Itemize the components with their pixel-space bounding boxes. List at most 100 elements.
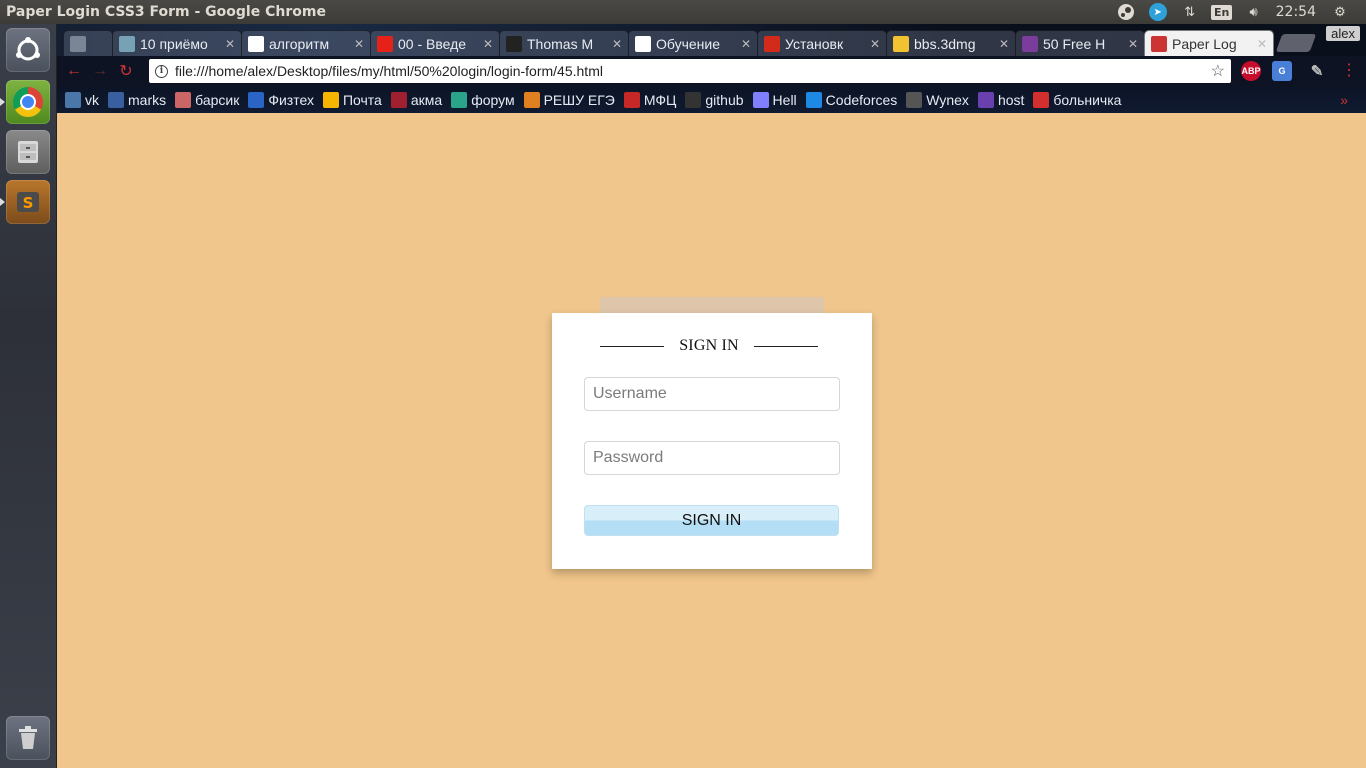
bookmark-favicon-icon <box>451 91 468 108</box>
tab-close-icon[interactable]: ✕ <box>354 37 364 51</box>
clock[interactable]: 22:54 <box>1270 4 1324 20</box>
bookmark-favicon-icon <box>108 91 124 108</box>
tab-close-icon[interactable]: ✕ <box>999 37 1009 51</box>
browser-menu-icon[interactable]: ⋮ <box>1341 60 1357 80</box>
bookmark-favicon-icon <box>65 91 81 108</box>
bookmark-star-icon[interactable]: ☆ <box>1211 61 1225 81</box>
bookmark-favicon-icon <box>523 91 540 108</box>
bookmark-item[interactable]: vk <box>65 91 99 108</box>
url-text[interactable]: file:///home/alex/Desktop/files/my/html/… <box>175 63 1211 79</box>
sublime-text-launcher-button[interactable]: S <box>6 180 50 224</box>
bookmark-label: РЕШУ ЕГЭ <box>543 91 615 108</box>
bookmark-item[interactable]: github <box>685 91 744 108</box>
tab-close-icon[interactable]: ✕ <box>1257 37 1267 51</box>
bookmark-favicon-icon <box>623 91 640 108</box>
tab-close-icon[interactable]: ✕ <box>870 37 880 51</box>
system-tray: ➤ ⇅ En 🔊︎ 22:54 ⚙ <box>1110 0 1366 24</box>
bookmark-label: барсик <box>195 91 240 108</box>
power-gear-icon[interactable]: ⚙ <box>1324 0 1356 24</box>
bookmark-item[interactable]: МФЦ <box>623 91 677 108</box>
tab-title: Установк <box>785 35 844 52</box>
tab[interactable]: bbs.3dmg ✕ <box>886 30 1016 56</box>
password-input[interactable] <box>584 441 840 475</box>
bookmark-favicon-icon <box>1033 91 1050 108</box>
trash-launcher-button[interactable] <box>6 716 50 760</box>
bookmark-label: github <box>705 91 744 108</box>
telegram-icon[interactable]: ➤ <box>1142 0 1174 24</box>
bookmark-label: Физтех <box>268 91 314 108</box>
tab-title: алгоритм <box>269 35 330 52</box>
bookmark-label: МФЦ <box>643 91 677 108</box>
site-info-icon[interactable]: i <box>155 64 168 78</box>
tab-close-icon[interactable]: ✕ <box>1128 37 1138 51</box>
sublime-text-icon: S <box>17 192 39 212</box>
os-top-panel: Paper Login CSS3 Form - Google Chrome ➤ … <box>0 0 1366 24</box>
network-icon[interactable]: ⇅ <box>1174 0 1206 24</box>
tab[interactable]: Thomas M ✕ <box>499 30 629 56</box>
tab-active[interactable]: Paper Log ✕ <box>1144 30 1274 56</box>
page-content: SIGN IN SIGN IN <box>57 113 1366 768</box>
tab-close-icon[interactable]: ✕ <box>225 37 235 51</box>
bookmark-favicon-icon <box>685 91 702 108</box>
tab-close-icon[interactable]: ✕ <box>483 37 493 51</box>
new-tab-button[interactable] <box>1275 34 1317 52</box>
extension-tool-icon[interactable]: ✎ <box>1307 61 1327 81</box>
tab[interactable]: алгоритм ✕ <box>241 30 371 56</box>
tab-title: 50 Free H <box>1043 35 1106 52</box>
files-launcher-button[interactable] <box>6 130 50 174</box>
tab-close-icon[interactable]: ✕ <box>612 37 622 51</box>
more-bookmarks-icon[interactable]: » <box>1340 92 1348 108</box>
forward-arrow-icon[interactable]: → <box>87 58 113 84</box>
google-translate-icon[interactable]: G <box>1272 61 1292 81</box>
bookmark-item[interactable]: Физтех <box>248 91 314 108</box>
tab[interactable]: Обучение ✕ <box>628 30 758 56</box>
bookmark-item[interactable]: marks <box>108 91 166 108</box>
bookmark-favicon-icon <box>390 91 407 108</box>
ubuntu-logo-icon <box>16 37 40 61</box>
username-input[interactable] <box>584 377 840 411</box>
google-icon <box>248 35 264 52</box>
volume-icon[interactable]: 🔊︎ <box>1238 0 1270 24</box>
bookmark-label: host <box>997 91 1025 108</box>
apple-icon <box>764 35 780 52</box>
tab-strip: 10 приёмо ✕ алгоритм ✕ 00 - Введе ✕ Thomas M ✕ О… <box>57 24 1366 56</box>
bookmark-item[interactable]: Wynex <box>906 91 969 108</box>
keyboard-language-indicator[interactable]: En <box>1206 0 1238 24</box>
window-title: Paper Login CSS3 Form - Google Chrome <box>6 4 326 20</box>
speaker-icon <box>70 35 86 52</box>
bookmark-item[interactable]: Hell <box>752 91 797 108</box>
tab-title: Обучение <box>656 35 721 52</box>
tab[interactable] <box>63 30 113 56</box>
bookmark-item[interactable]: форум <box>451 91 515 108</box>
bookmark-label: Почта <box>342 91 382 108</box>
tab-close-icon[interactable]: ✕ <box>741 37 751 51</box>
chrome-launcher-button[interactable] <box>6 80 50 124</box>
address-bar[interactable]: i file:///home/alex/Desktop/files/my/htm… <box>149 59 1231 83</box>
steam-icon[interactable] <box>1110 0 1142 24</box>
bookmark-item[interactable]: host <box>977 91 1025 108</box>
bookmark-item[interactable]: барсик <box>175 91 240 108</box>
bookmark-item[interactable]: Почта <box>322 91 382 108</box>
bookmark-item[interactable]: Codeforces <box>805 91 897 108</box>
tab-title: 10 приёмо <box>140 35 208 52</box>
chrome-running-indicator <box>0 98 5 106</box>
trash-icon <box>19 726 37 749</box>
bbs-icon <box>893 35 909 52</box>
tab[interactable]: 10 приёмо ✕ <box>112 30 242 56</box>
dash-home-button[interactable] <box>6 28 50 72</box>
tab[interactable]: 50 Free H ✕ <box>1015 30 1145 56</box>
profile-button[interactable]: alex <box>1326 26 1360 41</box>
bookmark-label: акма <box>410 91 443 108</box>
bookmark-item[interactable]: акма <box>390 91 443 108</box>
tab[interactable]: Установк ✕ <box>757 30 887 56</box>
tab-title: bbs.3dmg <box>914 35 976 52</box>
back-arrow-icon[interactable]: ← <box>61 58 87 84</box>
tab[interactable]: 00 - Введе ✕ <box>370 30 500 56</box>
tab-title: Paper Log <box>1172 35 1237 52</box>
bookmark-item[interactable]: больничка <box>1033 91 1121 108</box>
sign-in-button[interactable]: SIGN IN <box>584 505 839 536</box>
adblock-plus-icon[interactable]: ABP <box>1241 61 1261 81</box>
reload-icon[interactable]: ↻ <box>113 58 139 84</box>
bookmark-item[interactable]: РЕШУ ЕГЭ <box>523 91 615 108</box>
browser-toolbar: ← → ↻ i file:///home/alex/Desktop/files/… <box>57 56 1366 86</box>
